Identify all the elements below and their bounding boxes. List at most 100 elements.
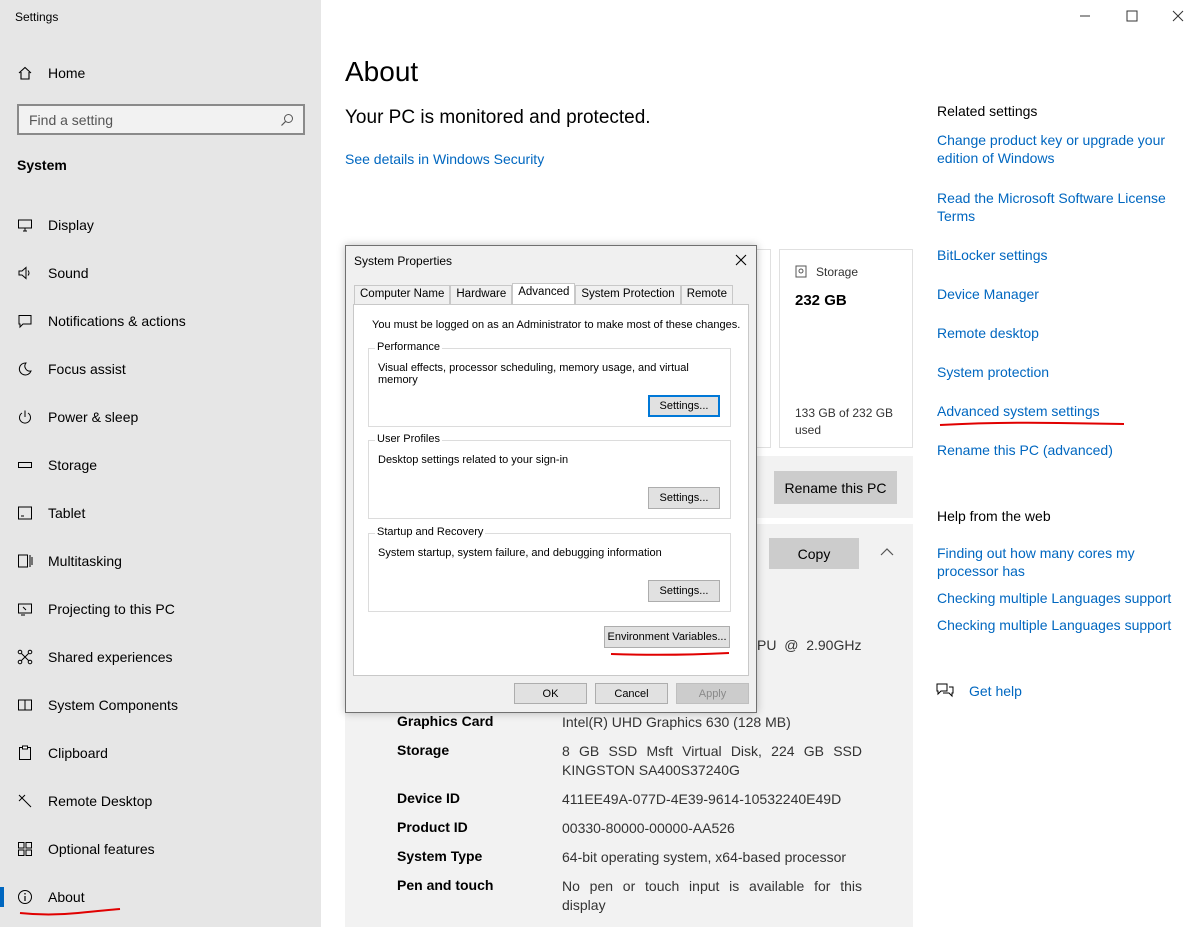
spec-row: System Type 64-bit operating system, x64… bbox=[397, 848, 862, 867]
power-icon bbox=[16, 408, 34, 426]
tab-remote[interactable]: Remote bbox=[680, 285, 733, 304]
storage-card-label: Storage bbox=[816, 265, 859, 279]
search-box[interactable] bbox=[17, 104, 305, 135]
sidebar-item-home[interactable]: Home bbox=[16, 62, 85, 84]
group-label: User Profiles bbox=[375, 433, 442, 445]
maximize-icon bbox=[1126, 10, 1138, 22]
spec-row: Product ID 00330-80000-00000-AA526 bbox=[397, 819, 862, 838]
system-properties-dialog: System Properties Computer Name Hardware… bbox=[345, 245, 757, 713]
sidebar-item-multitasking[interactable]: Multitasking bbox=[0, 537, 321, 585]
license-terms-link[interactable]: Read the Microsoft Software License Term… bbox=[937, 189, 1177, 225]
startup-recovery-group: Startup and Recovery System startup, sys… bbox=[368, 526, 731, 612]
spec-row: Pen and touch No pen or touch input is a… bbox=[397, 877, 862, 915]
storage-icon bbox=[16, 456, 34, 474]
sidebar-item-clipboard[interactable]: Clipboard bbox=[0, 729, 321, 777]
spec-key: Graphics Card bbox=[397, 713, 494, 729]
see-details-link[interactable]: See details in Windows Security bbox=[345, 151, 544, 167]
sidebar-item-storage[interactable]: Storage bbox=[0, 441, 321, 489]
group-description: Desktop settings related to your sign-in bbox=[378, 454, 569, 466]
tablet-icon bbox=[16, 504, 34, 522]
remote-desktop-link[interactable]: Remote desktop bbox=[937, 324, 1177, 342]
rename-pc-button[interactable]: Rename this PC bbox=[774, 471, 897, 504]
sidebar-item-label: Focus assist bbox=[48, 361, 126, 377]
close-icon bbox=[1172, 10, 1184, 22]
tab-computer-name[interactable]: Computer Name bbox=[354, 285, 451, 304]
sidebar-item-shared-experiences[interactable]: Shared experiences bbox=[0, 633, 321, 681]
copy-button[interactable]: Copy bbox=[769, 538, 859, 569]
sidebar-item-projecting[interactable]: Projecting to this PC bbox=[0, 585, 321, 633]
close-button[interactable] bbox=[1167, 6, 1189, 26]
page-title: About bbox=[345, 56, 419, 87]
help-heading: Help from the web bbox=[937, 508, 1051, 524]
related-settings-heading: Related settings bbox=[937, 103, 1038, 119]
sidebar-item-label: Tablet bbox=[48, 505, 86, 521]
chevron-up-icon[interactable] bbox=[878, 545, 896, 563]
advanced-system-settings-link[interactable]: Advanced system settings bbox=[937, 402, 1177, 420]
sidebar-item-power-sleep[interactable]: Power & sleep bbox=[0, 393, 321, 441]
help-link-languages[interactable]: Checking multiple Languages support bbox=[937, 616, 1177, 634]
monitor-icon bbox=[16, 216, 34, 234]
section-label: System bbox=[17, 157, 67, 173]
remote-icon bbox=[16, 792, 34, 810]
spec-key: Pen and touch bbox=[397, 877, 494, 893]
sidebar-item-label: Storage bbox=[48, 457, 98, 473]
spec-key: System Type bbox=[397, 848, 483, 864]
sidebar-item-focus-assist[interactable]: Focus assist bbox=[0, 345, 321, 393]
sidebar-item-label: Optional features bbox=[48, 841, 155, 857]
speaker-icon bbox=[16, 264, 34, 282]
processor-value: PU @ 2.90GHz bbox=[757, 637, 862, 653]
dialog-title: System Properties bbox=[354, 254, 453, 268]
performance-settings-button[interactable]: Settings... bbox=[648, 395, 720, 417]
spec-value: 8 GB SSD Msft Virtual Disk, 224 GB SSD K… bbox=[562, 743, 862, 778]
sidebar-item-tablet[interactable]: Tablet bbox=[0, 489, 321, 537]
environment-variables-button[interactable]: Environment Variables... bbox=[604, 626, 730, 648]
spec-key: Device ID bbox=[397, 790, 461, 806]
sidebar-item-label: Notifications & actions bbox=[48, 313, 186, 329]
device-manager-link[interactable]: Device Manager bbox=[937, 285, 1177, 303]
rename-pc-advanced-link[interactable]: Rename this PC (advanced) bbox=[937, 441, 1177, 459]
share-icon bbox=[16, 648, 34, 666]
cancel-button[interactable]: Cancel bbox=[595, 683, 668, 704]
tab-advanced[interactable]: Advanced bbox=[512, 283, 576, 304]
annotation-underline-advanced bbox=[939, 421, 1125, 426]
sidebar-item-optional-features[interactable]: Optional features bbox=[0, 825, 321, 873]
spec-key: Product ID bbox=[397, 819, 468, 835]
search-icon[interactable] bbox=[280, 113, 294, 132]
sidebar-item-remote-desktop[interactable]: Remote Desktop bbox=[0, 777, 321, 825]
change-product-key-link[interactable]: Change product key or upgrade your editi… bbox=[937, 131, 1177, 167]
sidebar-item-sound[interactable]: Sound bbox=[0, 249, 321, 297]
dialog-close-button[interactable] bbox=[732, 251, 750, 269]
tab-system-protection[interactable]: System Protection bbox=[575, 285, 681, 304]
search-input[interactable] bbox=[29, 111, 269, 128]
admin-note: You must be logged on as an Administrato… bbox=[372, 319, 741, 331]
ok-button[interactable]: OK bbox=[514, 683, 587, 704]
sidebar-item-label: Multitasking bbox=[48, 553, 122, 569]
help-link-languages[interactable]: Checking multiple Languages support bbox=[937, 589, 1177, 607]
sidebar-item-system-components[interactable]: System Components bbox=[0, 681, 321, 729]
sidebar-item-label: Home bbox=[48, 65, 86, 81]
annotation-underline-env bbox=[610, 652, 730, 656]
minimize-button[interactable] bbox=[1074, 6, 1096, 26]
sidebar-item-display[interactable]: Display bbox=[0, 201, 321, 249]
sidebar-nav: Display Sound Notifications & actions Fo… bbox=[0, 201, 321, 921]
sidebar-item-label: Remote Desktop bbox=[48, 793, 153, 809]
home-icon bbox=[16, 64, 34, 82]
maximize-button[interactable] bbox=[1121, 6, 1143, 26]
bitlocker-link[interactable]: BitLocker settings bbox=[937, 246, 1177, 264]
features-icon bbox=[16, 840, 34, 858]
sidebar-item-notifications[interactable]: Notifications & actions bbox=[0, 297, 321, 345]
spec-value: 64-bit operating system, x64-based proce… bbox=[562, 849, 847, 865]
help-link-cores[interactable]: Finding out how many cores my processor … bbox=[937, 544, 1177, 580]
group-label: Performance bbox=[375, 341, 442, 353]
performance-group: Performance Visual effects, processor sc… bbox=[368, 341, 731, 427]
user-profiles-group: User Profiles Desktop settings related t… bbox=[368, 433, 731, 519]
spec-value: No pen or touch input is available for t… bbox=[562, 878, 862, 913]
sidebar-item-label: Sound bbox=[48, 265, 89, 281]
system-protection-link[interactable]: System protection bbox=[937, 363, 1177, 381]
sidebar-item-label: Power & sleep bbox=[48, 409, 139, 425]
startup-recovery-settings-button[interactable]: Settings... bbox=[648, 580, 720, 602]
apply-button[interactable]: Apply bbox=[676, 683, 749, 704]
user-profiles-settings-button[interactable]: Settings... bbox=[648, 487, 720, 509]
tab-hardware[interactable]: Hardware bbox=[450, 285, 513, 304]
get-help-link[interactable]: Get help bbox=[969, 683, 1022, 699]
